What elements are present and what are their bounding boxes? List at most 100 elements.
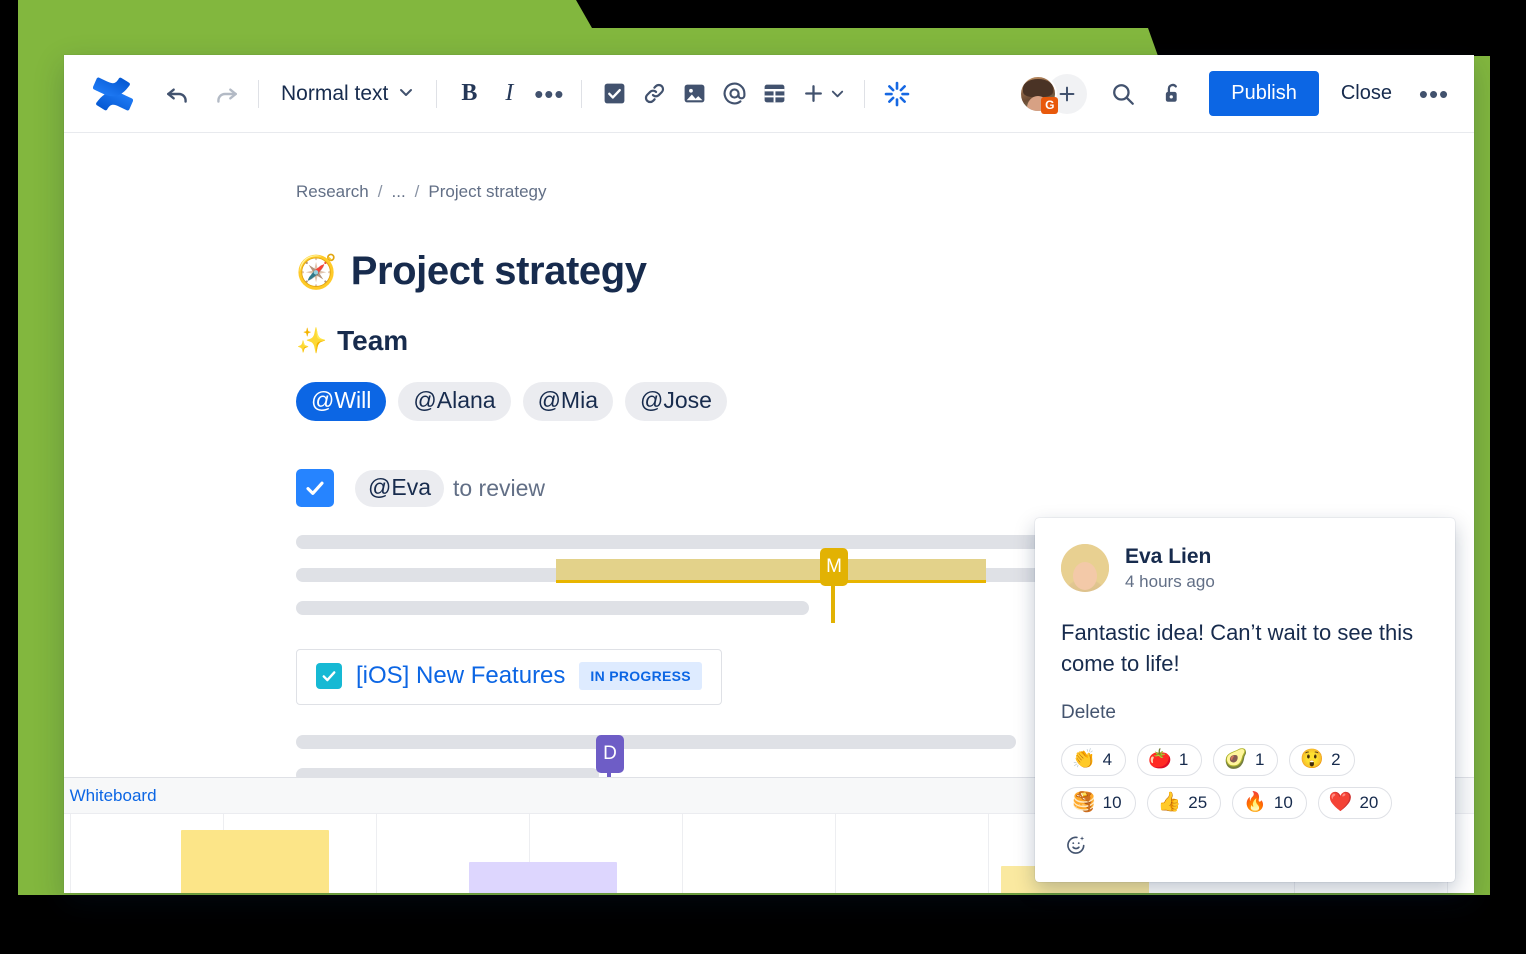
text-style-dropdown[interactable]: Normal text: [271, 76, 424, 112]
section-heading-text: Team: [337, 325, 409, 356]
avatar[interactable]: [1061, 544, 1109, 593]
comment-header: Eva Lien 4 hours ago: [1061, 544, 1429, 593]
status-badge: IN PROGRESS: [579, 662, 702, 690]
clap-emoji-icon: 👏: [1072, 749, 1096, 771]
editor-toolbar: Normal text B I ••• G Publish Close •••: [64, 55, 1474, 133]
toolbar-divider: [581, 79, 583, 108]
reaction-count: 1: [1254, 749, 1265, 769]
text-style-label: Normal text: [281, 81, 389, 105]
reaction-count: 2: [1331, 749, 1341, 769]
toolbar-divider: [864, 79, 866, 108]
breadcrumb-separator: /: [414, 182, 420, 201]
comment-author-block: Eva Lien 4 hours ago: [1125, 544, 1215, 592]
avocado-emoji-icon: 🥑: [1224, 749, 1248, 771]
reaction-fire[interactable]: 🔥 10: [1232, 786, 1307, 819]
breadcrumb: Research / ... / Project strategy: [296, 133, 1474, 202]
action-item-text: @Eva to review: [355, 469, 546, 507]
action-item-label: to review: [452, 474, 546, 501]
skeleton-bar: [296, 735, 1016, 749]
more-formatting-button[interactable]: •••: [529, 74, 569, 114]
reaction-count: 10: [1273, 792, 1293, 812]
confluence-logo-icon[interactable]: [90, 71, 136, 117]
avatar-hair: [1023, 78, 1054, 97]
table-icon[interactable]: [754, 74, 794, 114]
jira-task-icon: [316, 663, 342, 689]
close-button[interactable]: Close: [1325, 71, 1408, 116]
mention-eva[interactable]: @Eva: [355, 469, 444, 507]
thumbsup-emoji-icon: 👍: [1157, 792, 1182, 814]
comment-body: Fantastic idea! Can’t wait to see this c…: [1061, 620, 1414, 677]
mention-jose[interactable]: @Jose: [625, 382, 727, 421]
reaction-clap[interactable]: 👏 4: [1061, 743, 1127, 776]
image-icon[interactable]: [674, 74, 714, 114]
reaction-astonished[interactable]: 😲 2: [1289, 743, 1355, 776]
reaction-count: 10: [1102, 792, 1122, 812]
astonished-emoji-icon: 😲: [1300, 749, 1325, 771]
inline-comment-popup: Eva Lien 4 hours ago Fantastic idea! Can…: [1035, 518, 1455, 882]
mention-will[interactable]: @Will: [296, 382, 387, 421]
section-heading-team: ✨ Team: [296, 325, 1474, 357]
reaction-count: 20: [1359, 792, 1379, 812]
search-icon[interactable]: [1103, 74, 1143, 114]
comment-timestamp: 4 hours ago: [1125, 572, 1215, 592]
reaction-heart[interactable]: ❤️ 20: [1317, 786, 1393, 819]
publish-button[interactable]: Publish: [1209, 71, 1319, 116]
toolbar-divider: [436, 79, 438, 108]
collaborator-avatars: G: [1019, 73, 1088, 114]
breadcrumb-item-ellipsis[interactable]: ...: [392, 182, 406, 202]
link-icon[interactable]: [634, 74, 674, 114]
sticky-note[interactable]: Let's make a: [181, 830, 329, 893]
reaction-count: 4: [1102, 749, 1113, 769]
redo-icon: [206, 74, 246, 114]
italic-button[interactable]: I: [489, 74, 529, 114]
avatar-badge: G: [1041, 96, 1059, 114]
atlassian-intelligence-icon[interactable]: [877, 74, 917, 114]
mention-alana[interactable]: @Alana: [398, 382, 511, 421]
heart-emoji-icon: ❤️: [1328, 792, 1353, 814]
reaction-avocado[interactable]: 🥑 1: [1213, 743, 1279, 776]
reaction-thumbsup[interactable]: 👍 25: [1146, 786, 1222, 819]
more-formatting-label: •••: [534, 78, 565, 109]
reaction-count: 25: [1188, 792, 1208, 812]
action-item-checkbox[interactable]: [296, 469, 334, 507]
marker-label: D: [596, 735, 624, 773]
skeleton-bar: [296, 601, 809, 615]
mention-at-icon[interactable]: [714, 74, 754, 114]
pancakes-emoji-icon: 🥞: [1072, 792, 1096, 814]
reaction-pancakes[interactable]: 🥞 10: [1061, 786, 1136, 819]
checkbox-icon[interactable]: [594, 74, 634, 114]
add-reaction-icon[interactable]: [1061, 830, 1091, 860]
avatar-face: [1073, 562, 1097, 591]
undo-icon[interactable]: [158, 74, 198, 114]
bold-button[interactable]: B: [449, 74, 489, 114]
sticky-note[interactable]: [469, 862, 617, 893]
more-actions-button[interactable]: •••: [1414, 74, 1454, 114]
breadcrumb-item-current[interactable]: Project strategy: [428, 182, 546, 202]
jira-issue-title[interactable]: [iOS] New Features: [356, 662, 565, 690]
breadcrumb-item-research[interactable]: Research: [296, 182, 369, 202]
marker-label: M: [820, 548, 848, 586]
reaction-tomato[interactable]: 🍅 1: [1137, 743, 1203, 776]
comment-author: Eva Lien: [1125, 545, 1212, 568]
breadcrumb-separator: /: [377, 182, 383, 201]
screenshot-stage: Normal text B I ••• G Publish Close ••• …: [0, 0, 1526, 954]
whiteboard-title: Brainstorming Whiteboard: [64, 785, 157, 805]
reaction-list: 👏 4 🍅 1 🥑 1 😲 2 🥞 10 👍 25 🔥 10 ❤️ 20: [1061, 743, 1429, 860]
compass-emoji-icon[interactable]: 🧭: [296, 255, 337, 288]
toolbar-divider: [258, 79, 259, 108]
mention-mia[interactable]: @Mia: [522, 382, 613, 421]
chevron-down-icon: [398, 82, 414, 106]
page-title-text: Project strategy: [350, 249, 647, 293]
team-mentions: @Will @Alana @Mia @Jose: [296, 382, 1474, 421]
action-item-row: @Eva to review: [296, 469, 1474, 507]
reaction-count: 1: [1178, 749, 1189, 769]
unlock-icon[interactable]: [1153, 74, 1193, 114]
jira-issue-card[interactable]: [iOS] New Features IN PROGRESS: [296, 649, 722, 705]
delete-comment-button[interactable]: Delete: [1061, 702, 1429, 724]
insert-menu-button[interactable]: [794, 74, 852, 114]
page-title: 🧭 Project strategy: [296, 249, 1474, 294]
fire-emoji-icon: 🔥: [1243, 792, 1267, 814]
sparkles-emoji-icon: ✨: [296, 326, 328, 355]
more-actions-label: •••: [1418, 78, 1450, 109]
tomato-emoji-icon: 🍅: [1148, 749, 1172, 771]
